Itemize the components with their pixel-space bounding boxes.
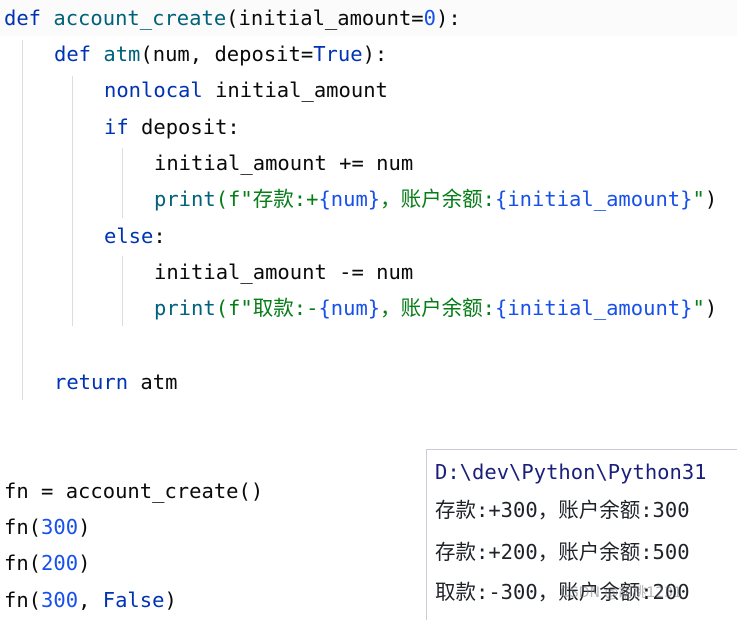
indent-guide	[122, 256, 123, 326]
code-line-6[interactable]: print(f"存款:+{num}，账户余额:{initial_amount}"…	[154, 181, 717, 217]
boolean-literal: False	[102, 588, 165, 612]
keyword: nonlocal	[104, 78, 203, 102]
console-output-line: 存款:+300，账户余额:300	[435, 498, 690, 522]
code-line-8[interactable]: initial_amount -= num	[154, 254, 413, 290]
indent-guide	[22, 40, 23, 400]
code-line-9[interactable]: print(f"取款:-{num}，账户余额:{initial_amount}"…	[154, 290, 717, 326]
keyword: def	[54, 42, 92, 66]
keyword: return	[54, 370, 129, 394]
watermark: CSDN @胡桃1231	[560, 585, 682, 601]
number-literal: 200	[41, 551, 79, 575]
parameter: num, deposit=	[152, 42, 314, 66]
code-line-11[interactable]: fn = account_create()	[4, 473, 263, 509]
code-line-2[interactable]: def atm(num, deposit=True):	[54, 36, 387, 72]
builtin-print: print	[154, 296, 216, 320]
code-line-13[interactable]: fn(200)	[4, 545, 90, 581]
fstring-expression: {num}	[318, 187, 381, 211]
string-literal: ，账户余额:	[380, 296, 495, 320]
string-literal: ，账户余额:	[380, 187, 495, 211]
function-name: atm	[103, 42, 141, 66]
keyword: def	[4, 6, 42, 30]
code-line-7[interactable]: else:	[104, 218, 166, 254]
keyword: if	[104, 115, 129, 139]
string-literal: 取款:-	[252, 296, 319, 320]
boolean-literal: True	[313, 42, 363, 66]
indent-guide	[122, 148, 123, 218]
string-literal: 存款:+	[252, 187, 319, 211]
parameter: initial_amount=	[238, 6, 424, 30]
console-output-line: 存款:+200，账户余额:500	[435, 540, 690, 564]
keyword: else	[104, 224, 154, 248]
code-line-12[interactable]: fn(300)	[4, 509, 90, 545]
function-name: account_create	[53, 6, 227, 30]
builtin-print: print	[154, 187, 216, 211]
code-line-3[interactable]: nonlocal initial_amount	[104, 72, 388, 108]
fstring-expression: {initial_amount}	[495, 187, 693, 211]
indent-guide	[72, 76, 73, 326]
number-literal: 300	[41, 515, 79, 539]
code-line-10[interactable]: return atm	[54, 364, 177, 400]
code-line-4[interactable]: if deposit:	[104, 109, 240, 145]
console-path: D:\dev\Python\Python31	[435, 460, 707, 484]
number-literal: 300	[41, 588, 79, 612]
code-line-5[interactable]: initial_amount += num	[154, 145, 413, 181]
fstring-expression: {num}	[318, 296, 381, 320]
code-line-1[interactable]: def account_create(initial_amount=0):	[4, 0, 461, 36]
number-literal: 0	[423, 6, 436, 30]
fstring-expression: {initial_amount}	[495, 296, 693, 320]
